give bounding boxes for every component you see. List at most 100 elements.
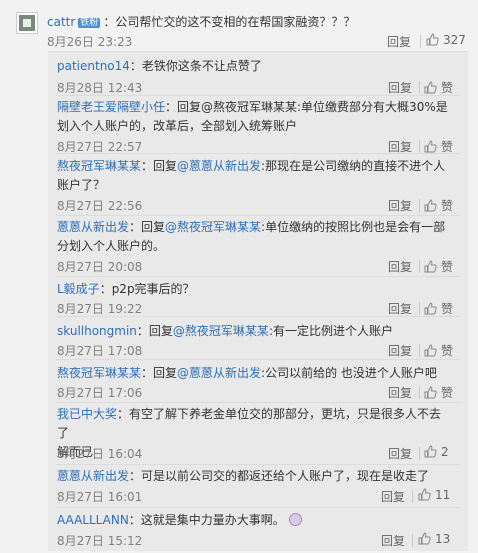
like-button[interactable]: 赞 [424, 300, 453, 317]
avatar[interactable] [16, 12, 38, 34]
thumbs-up-icon [418, 488, 431, 501]
divider [419, 386, 420, 399]
emoji-icon [288, 513, 302, 526]
reply-item: 隔壁老王爱隔壁小任：回复@熬夜冠军琳某某:单位缴费部分有大概30%是划入个人账户… [48, 98, 468, 154]
reply-time: 8月27日 20:08 [57, 260, 143, 274]
main-comment: cattr 铁粉 ：公司帮忙交的这不变相的在帮国家融资？？？ 8月26日 23:23… [0, 0, 478, 50]
mention-link[interactable]: @熬夜冠军琳某某 [173, 324, 269, 338]
reply-button[interactable]: 回复 [388, 300, 412, 317]
reply-time: 8月28日 12:43 [57, 81, 143, 95]
reply-list: patientno14：老铁你这条不让点赞了 8月28日 12:43 回复 赞 … [48, 51, 468, 551]
thumbs-up-icon [424, 302, 437, 315]
reply-item: skullhongmin：回复@熬夜冠军琳某某:有一定比例进个人账户 8月27日… [48, 322, 468, 362]
reply-user[interactable]: patientno14 [57, 59, 130, 73]
reply-item: 蒽蒽从新出发：可是以前公司交的都返还给个人账户了，现在是收走了 8月27日 16… [48, 467, 468, 507]
thumbs-up-icon [424, 260, 437, 273]
divider [419, 81, 420, 94]
reply-button[interactable]: 回复 [381, 488, 405, 505]
reply-time: 8月27日 16:04 [57, 447, 143, 461]
reply-user[interactable]: 蒽蒽从新出发 [57, 469, 129, 483]
reply-user[interactable]: 蒽蒽从新出发 [57, 220, 129, 234]
like-button[interactable]: 13 [418, 532, 450, 546]
reply-button[interactable]: 回复 [388, 445, 412, 462]
reply-text: ：可是以前公司交的都返还给个人账户了，现在是收走了 [129, 469, 430, 483]
divider [56, 153, 460, 154]
fan-badge: 铁粉 [78, 18, 101, 28]
divider [56, 507, 460, 508]
reply-item: 我已中大奖：有空了解下养老金单位交的那部分，更坑，只是很多人不去了 解而已 8月2… [48, 405, 468, 465]
like-button[interactable]: 327 [426, 33, 466, 47]
divider [56, 464, 460, 465]
reply-button[interactable]: 回复 [388, 342, 412, 359]
reply-item: L毅成子：p2p完事后的？ 8月27日 19:22 回复 赞 [48, 280, 468, 320]
main-comment-text: ：公司帮忙交的这不变相的在帮国家融资？？？ [103, 15, 356, 29]
divider [56, 402, 460, 403]
divider [56, 276, 460, 277]
like-count: 赞 [441, 302, 454, 316]
like-button[interactable]: 赞 [424, 384, 453, 401]
thumbs-up-icon [424, 386, 437, 399]
reply-text: :公司以前给的 也没进个人账户吧 [261, 366, 437, 380]
like-count: 赞 [441, 81, 454, 95]
divider [419, 302, 420, 315]
like-count: 赞 [441, 386, 454, 400]
reply-time: 8月27日 16:01 [57, 490, 143, 504]
reply-time: 8月27日 15:12 [57, 534, 143, 548]
divider [419, 344, 420, 357]
mention-link[interactable]: @熬夜冠军琳某某 [165, 220, 261, 234]
reply-button[interactable]: 回复 [388, 384, 412, 401]
reply-text-line2: 划入个人账户的，改革后，全部划入统筹账户 [57, 119, 298, 133]
thumbs-up-icon [424, 445, 437, 458]
main-comment-line: cattr 铁粉 ：公司帮忙交的这不变相的在帮国家融资？？？ [47, 13, 355, 30]
like-button[interactable]: 赞 [424, 79, 453, 96]
like-count: 赞 [441, 140, 454, 154]
reply-button[interactable]: 回复 [388, 197, 412, 214]
reply-text-line1: ：回复@熬夜冠军琳某某:单位缴费部分有大概30%是 [165, 100, 448, 114]
like-count: 11 [435, 488, 451, 502]
reply-text: ：老铁你这条不让点赞了 [129, 59, 262, 73]
reply-user[interactable]: AAALLLANN [57, 513, 129, 527]
reply-time: 8月27日 22:56 [57, 199, 143, 213]
reply-item: 熬夜冠军琳某某：回复@蒽蒽从新出发:公司以前给的 也没进个人账户吧 8月27日 … [48, 364, 468, 404]
like-button[interactable]: 赞 [424, 197, 453, 214]
reply-user[interactable]: 我已中大奖 [57, 407, 117, 421]
thumbs-up-icon [424, 344, 437, 357]
reply-time: 8月27日 17:08 [57, 344, 143, 358]
reply-prefix: ：回复 [141, 159, 178, 173]
main-comment-time: 8月26日 23:23 [47, 35, 133, 49]
divider [420, 35, 421, 48]
reply-time: 8月27日 17:06 [57, 386, 143, 400]
mention-link[interactable]: @蒽蒽从新出发 [177, 159, 261, 173]
reply-user[interactable]: L毅成子 [57, 282, 100, 296]
thumbs-up-icon [418, 532, 431, 545]
thumbs-up-icon [424, 199, 437, 212]
reply-user[interactable]: skullhongmin [57, 324, 137, 338]
reply-item: patientno14：老铁你这条不让点赞了 8月28日 12:43 回复 赞 [48, 57, 468, 97]
reply-button[interactable]: 回复 [387, 33, 411, 50]
like-button[interactable]: 2 [424, 445, 449, 459]
divider [56, 316, 460, 317]
like-button[interactable]: 赞 [424, 258, 453, 275]
like-button[interactable]: 11 [418, 488, 450, 502]
reply-user[interactable]: 熬夜冠军琳某某 [57, 366, 141, 380]
reply-button[interactable]: 回复 [381, 532, 405, 549]
like-count: 327 [443, 33, 466, 47]
divider [419, 447, 420, 460]
reply-prefix: ：回复 [141, 366, 178, 380]
main-comment-user[interactable]: cattr [47, 15, 75, 29]
divider [419, 140, 420, 153]
reply-prefix: ：回复 [136, 324, 173, 338]
divider [56, 359, 460, 360]
like-count: 赞 [441, 260, 454, 274]
divider [56, 215, 460, 216]
reply-text-line2: 分划入个人账户的。 [57, 239, 166, 253]
reply-button[interactable]: 回复 [388, 79, 412, 96]
divider [412, 534, 413, 547]
mention-link[interactable]: @蒽蒽从新出发 [177, 366, 261, 380]
reply-user[interactable]: 隔壁老王爱隔壁小任 [57, 100, 165, 114]
reply-user[interactable]: 熬夜冠军琳某某 [57, 159, 141, 173]
divider [419, 260, 420, 273]
reply-item: 熬夜冠军琳某某：回复@蒽蒽从新出发:那现在是公司缴纳的直接不进个人 账户了？ 8月… [48, 157, 468, 213]
reply-button[interactable]: 回复 [388, 258, 412, 275]
like-button[interactable]: 赞 [424, 342, 453, 359]
